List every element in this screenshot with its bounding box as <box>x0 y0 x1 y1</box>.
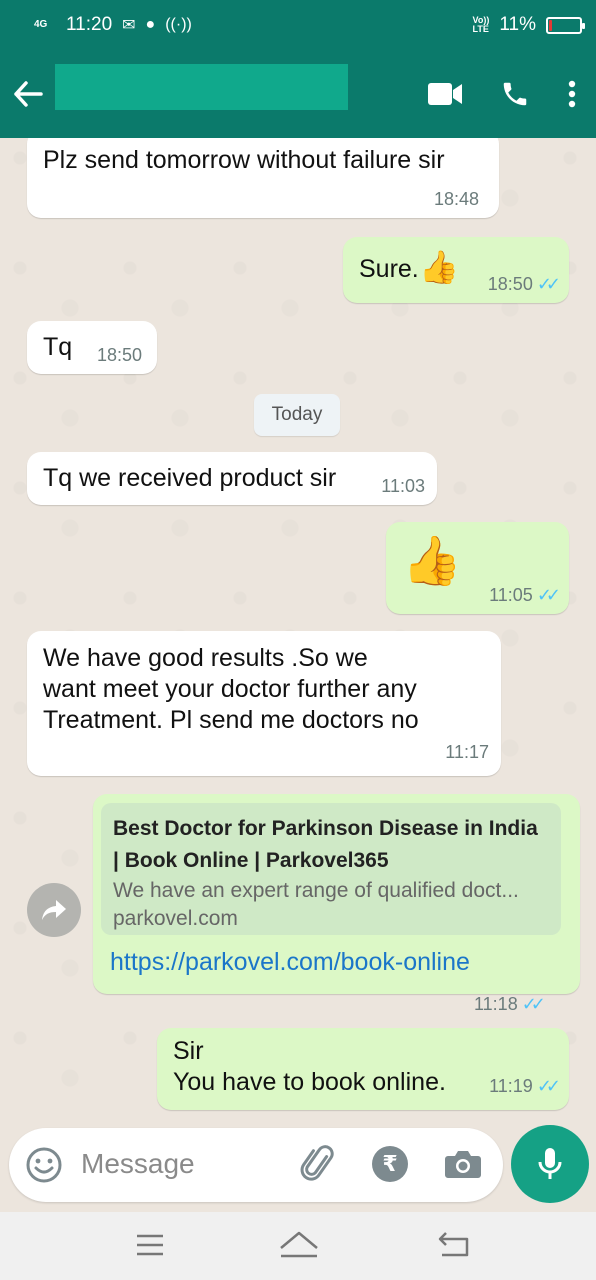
more-vert-icon <box>568 80 576 108</box>
camera-icon <box>445 1151 481 1178</box>
message-outgoing[interactable]: Sure. 👍 18:50 ✓✓ <box>343 237 569 303</box>
message-time: 11:03 <box>381 476 425 496</box>
rupee-payment-icon: ₹ <box>382 1151 398 1176</box>
mail-icon: ✉ <box>122 17 136 34</box>
video-call-icon <box>428 83 462 105</box>
home-button[interactable] <box>278 1228 320 1262</box>
home-icon <box>280 1231 318 1258</box>
thumbs-up-emoji: 👍 <box>402 535 462 588</box>
message-link[interactable]: https://parkovel.com/book-online <box>110 948 470 977</box>
message-time: 18:50 <box>97 345 143 365</box>
message-incoming[interactable]: We have good results .So we want meet yo… <box>27 631 501 776</box>
message-text: Plz send tomorrow without failure sir <box>43 146 445 174</box>
message-line: We have good results .So we <box>43 644 368 672</box>
back-nav-button[interactable] <box>437 1230 471 1260</box>
message-text: Tq we received product sir <box>43 464 337 492</box>
message-outgoing[interactable]: 👍 11:05 ✓✓ <box>386 522 569 614</box>
menu-icon <box>137 1234 163 1256</box>
volte-icon: Vo)) LTE <box>472 15 490 34</box>
video-call-button[interactable] <box>420 72 470 116</box>
back-arrow-icon <box>14 81 43 107</box>
thumbs-up-emoji: 👍 <box>419 249 459 285</box>
camera-button[interactable] <box>444 1148 482 1180</box>
forward-icon <box>42 900 66 920</box>
link-preview-domain: parkovel.com <box>113 907 238 930</box>
message-text: Tq <box>43 333 73 361</box>
battery-fill <box>549 19 552 31</box>
chat-header <box>0 50 596 138</box>
recents-button[interactable] <box>134 1230 166 1260</box>
network-4g-icon: 4G <box>34 19 48 30</box>
message-list[interactable]: Plz send tomorrow without failure sir 18… <box>0 138 596 1128</box>
alert-icon: ● <box>145 16 156 33</box>
message-composer: Message ₹ <box>9 1128 503 1202</box>
contact-name-redacted[interactable] <box>55 64 348 110</box>
message-time: 11:19 ✓✓ <box>489 1076 561 1096</box>
message-outgoing[interactable]: Sir You have to book online. 11:19 ✓✓ <box>157 1028 569 1110</box>
message-text: Sure. <box>359 255 419 283</box>
back-nav-icon <box>438 1232 469 1257</box>
read-receipt-icon: ✓✓ <box>536 1076 561 1096</box>
message-time: 18:50 ✓✓ <box>487 274 561 294</box>
phone-icon <box>503 82 527 106</box>
message-time: 11:18 ✓✓ <box>474 994 546 1014</box>
battery-percent: 11% <box>499 14 536 35</box>
attach-button[interactable] <box>298 1144 340 1186</box>
link-preview-card[interactable]: Best Doctor for Parkinson Disease in Ind… <box>101 803 561 935</box>
link-preview-title: Best Doctor for Parkinson Disease in Ind… <box>113 817 538 840</box>
date-divider: Today <box>254 394 340 436</box>
hotspot-icon: ((·)) <box>165 16 192 33</box>
message-line: Treatment. Pl send me doctors no <box>43 706 419 734</box>
message-input[interactable]: Message <box>81 1148 195 1180</box>
forward-button[interactable] <box>27 883 81 937</box>
message-line: want meet your doctor further any <box>43 675 417 703</box>
voice-record-button[interactable] <box>511 1125 589 1203</box>
link-preview-description: We have an expert range of qualified doc… <box>113 879 519 902</box>
message-time: 18:48 <box>433 189 479 209</box>
back-button[interactable] <box>0 50 56 138</box>
attach-icon <box>300 1145 334 1181</box>
emoji-icon <box>26 1147 62 1183</box>
voice-call-button[interactable] <box>490 72 540 116</box>
message-incoming[interactable]: Tq we received product sir 11:03 <box>27 452 437 505</box>
more-options-button[interactable] <box>560 72 584 116</box>
status-time: 11:20 <box>66 14 113 35</box>
message-incoming[interactable]: Plz send tomorrow without failure sir 18… <box>27 138 499 218</box>
read-receipt-icon: ✓✓ <box>536 585 561 605</box>
battery-icon <box>546 16 585 34</box>
read-receipt-icon: ✓✓ <box>536 274 561 294</box>
message-time: 11:05 ✓✓ <box>489 585 561 605</box>
system-navigation-bar <box>0 1212 596 1280</box>
status-bar: 4G 11:20 ✉ ● ((·)) Vo)) LTE 11% <box>0 0 596 50</box>
mic-icon <box>538 1148 562 1179</box>
message-time: 11:17 <box>445 742 489 762</box>
emoji-button[interactable] <box>25 1146 63 1184</box>
link-preview-title: | Book Online | Parkovel365 <box>113 849 389 872</box>
read-receipt-icon: ✓✓ <box>521 994 546 1014</box>
message-line: Sir <box>173 1037 204 1065</box>
payment-button[interactable]: ₹ <box>372 1146 408 1182</box>
message-incoming[interactable]: Tq 18:50 <box>27 321 157 374</box>
